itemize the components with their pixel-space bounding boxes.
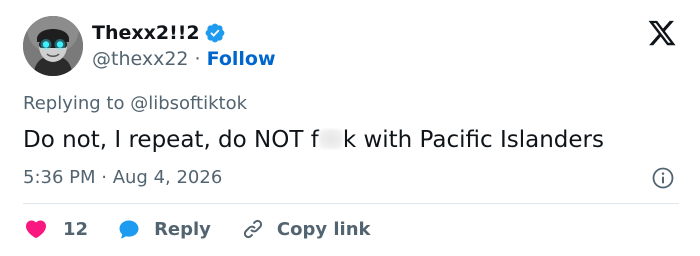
- divider: [23, 203, 679, 204]
- censor-blur: [318, 129, 343, 149]
- tweet-text: Do not, I repeat, do NOT f k with Pacific…: [23, 125, 604, 155]
- like-count: 12: [63, 218, 89, 240]
- handle-separator: ·: [188, 48, 207, 70]
- link-icon: [243, 219, 263, 239]
- replying-prefix: Replying to: [23, 93, 131, 114]
- handle-row: @thexx22 · Follow: [92, 47, 276, 71]
- author-name-row: Thexx2!!2: [92, 21, 226, 45]
- handle[interactable]: @thexx22: [92, 48, 189, 70]
- copy-link-label: Copy link: [276, 218, 371, 240]
- action-bar: 12 Reply Copy link: [23, 216, 371, 242]
- like-button[interactable]: 12: [23, 217, 88, 241]
- x-logo-icon[interactable]: [646, 18, 678, 48]
- tweet-text-after: k with Pacific Islanders: [342, 127, 604, 153]
- reply-bubble-icon: [119, 220, 139, 239]
- tweet-timestamp[interactable]: 5:36 PM · Aug 4, 2026: [23, 166, 222, 190]
- avatar-image: [23, 16, 83, 76]
- follow-button[interactable]: Follow: [207, 48, 276, 70]
- info-icon[interactable]: [651, 166, 675, 190]
- copy-link-button[interactable]: Copy link: [241, 217, 371, 241]
- timestamp-separator: ·: [95, 167, 113, 188]
- replying-mention[interactable]: @libsoftiktok: [130, 93, 247, 114]
- tweet-date: Aug 4, 2026: [112, 167, 223, 188]
- heart-icon: [25, 220, 47, 239]
- tweet-text-before: Do not, I repeat, do NOT f: [23, 127, 319, 153]
- tweet-time: 5:36 PM: [23, 167, 96, 188]
- reply-label: Reply: [154, 218, 211, 240]
- avatar[interactable]: [23, 16, 83, 76]
- tweet-card: Thexx2!!2 @thexx22 · Follow Replying to …: [0, 0, 700, 256]
- reply-button[interactable]: Reply: [116, 217, 211, 241]
- replying-to: Replying to @libsoftiktok: [23, 93, 247, 115]
- display-name[interactable]: Thexx2!!2: [92, 21, 200, 45]
- verified-badge-icon: [205, 23, 225, 43]
